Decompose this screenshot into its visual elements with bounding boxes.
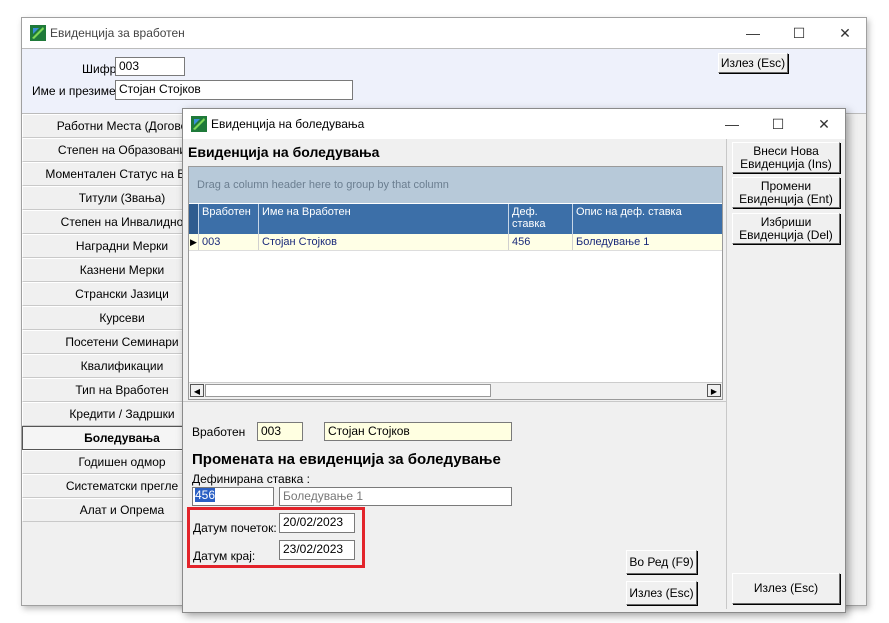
column-header-name[interactable]: Име на Вработен xyxy=(259,204,509,234)
employee-code-field[interactable]: 003 xyxy=(257,422,303,441)
cell-def-item[interactable]: 456 xyxy=(509,234,573,250)
cell-employee[interactable]: 003 xyxy=(199,234,259,250)
end-date-field[interactable]: 23/02/2023 xyxy=(279,540,355,560)
maximize-icon[interactable]: ☐ xyxy=(776,18,822,48)
sick-leave-grid[interactable]: Drag a column header here to group by th… xyxy=(188,166,723,400)
name-label: Име и презиме: xyxy=(32,84,119,98)
dialog-title-bar: Евиденција на боледувања — ☐ ✕ xyxy=(183,109,845,139)
section-title: Евиденција на боледувања xyxy=(188,144,380,160)
title-bar: Евиденција за вработен — ☐ ✕ xyxy=(22,18,866,48)
scroll-left-icon[interactable]: ◀ xyxy=(190,384,204,397)
delete-record-button[interactable]: Избриши Евиденција (Del) xyxy=(732,213,840,244)
cell-name[interactable]: Стојан Стојков xyxy=(259,234,509,250)
edit-record-button[interactable]: Промени Евиденција (Ent) xyxy=(732,177,840,208)
new-record-button[interactable]: Внеси Нова Евиденција (Ins) xyxy=(732,142,840,173)
close-icon[interactable]: ✕ xyxy=(822,18,868,48)
scrollbar-thumb[interactable] xyxy=(205,384,491,397)
row-indicator-header xyxy=(189,204,199,234)
horizontal-scrollbar[interactable]: ◀ ▶ xyxy=(189,382,722,399)
minimize-icon[interactable]: — xyxy=(709,109,755,139)
employee-name-field[interactable]: Стојан Стојков xyxy=(324,422,512,441)
def-item-desc-field[interactable]: Боледување 1 xyxy=(279,487,512,506)
column-header-def-desc[interactable]: Опис на деф. ставка xyxy=(573,204,722,234)
app-logo-icon xyxy=(191,116,207,132)
exit-right-button[interactable]: Излез (Esc) xyxy=(732,573,840,604)
exit-button[interactable]: Излез (Esc) xyxy=(718,53,788,73)
column-header-employee[interactable]: Вработен xyxy=(199,204,259,234)
close-icon[interactable]: ✕ xyxy=(801,109,847,139)
def-item-code-field[interactable]: 456 xyxy=(192,487,274,506)
def-item-code-text: 456 xyxy=(195,488,216,502)
minimize-icon[interactable]: — xyxy=(730,18,776,48)
def-item-label: Дефинирана ставка : xyxy=(192,472,310,486)
employee-label: Вработен xyxy=(192,425,246,439)
change-section-title: Промената на евиденција за боледување xyxy=(192,451,501,468)
name-field[interactable]: Стојан Стојков xyxy=(115,80,353,100)
action-panel: Внеси Нова Евиденција (Ins) Промени Евид… xyxy=(726,139,847,609)
window-title: Евиденција за вработен xyxy=(50,26,185,40)
table-row[interactable]: ▶ 003 Стојан Стојков 456 Боледување 1 xyxy=(189,234,722,251)
start-date-label: Датум почеток: xyxy=(193,521,277,535)
current-row-arrow-icon: ▶ xyxy=(189,234,199,250)
app-logo-icon xyxy=(30,25,46,41)
group-panel[interactable]: Drag a column header here to group by th… xyxy=(189,167,722,203)
exit-button[interactable]: Излез (Esc) xyxy=(626,581,697,605)
code-field[interactable]: 003 xyxy=(115,57,185,76)
employee-header: Шифра: 003 Име и презиме: Стојан Стојков… xyxy=(22,48,866,114)
start-date-field[interactable]: 20/02/2023 xyxy=(279,513,355,533)
grid-header: Вработен Име на Вработен Деф. ставка Опи… xyxy=(189,204,722,234)
scroll-right-icon[interactable]: ▶ xyxy=(707,384,721,397)
cell-def-desc[interactable]: Боледување 1 xyxy=(573,234,722,250)
end-date-label: Датум крај: xyxy=(193,549,256,563)
column-header-def-item[interactable]: Деф. ставка xyxy=(509,204,573,234)
maximize-icon[interactable]: ☐ xyxy=(755,109,801,139)
divider xyxy=(183,401,726,402)
in-order-button[interactable]: Во Ред (F9) xyxy=(626,550,697,574)
dialog-title: Евиденција на боледувања xyxy=(211,117,365,131)
sick-leave-dialog: Евиденција на боледувања — ☐ ✕ Евиденциј… xyxy=(182,108,846,613)
